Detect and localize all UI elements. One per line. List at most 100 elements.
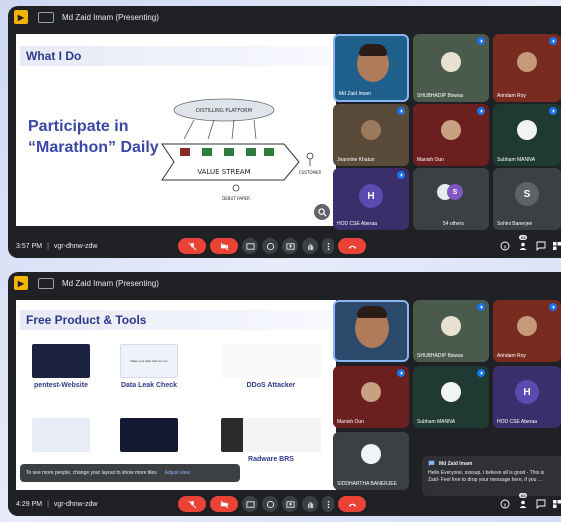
activities-button[interactable] [550, 497, 561, 511]
more-icon [327, 500, 329, 508]
slide-heading: Participate in “Marathon” Daily [28, 116, 159, 158]
participant-name: HOD CSE Aberaa [337, 221, 378, 227]
participant-tile[interactable]: Subham MANNA [493, 104, 561, 166]
raise-hand-button[interactable] [302, 496, 318, 512]
meet-logo-icon: ▶ [14, 276, 28, 290]
card-thumbnail: Make your data safe for you [120, 344, 178, 378]
avatar [517, 120, 537, 140]
toast-text: To see more people, change your layout t… [26, 470, 157, 476]
chat-message: Hello Everyone, ssssup, i believe all is… [428, 470, 545, 483]
sketch-customer-label: CUSTOMER [299, 170, 322, 175]
separator: | [47, 242, 49, 250]
participant-tile[interactable]: SHUBHADIP Biswas [413, 34, 489, 102]
title-bar: ▶ Md Zaid Imam (Presenting) [8, 6, 561, 28]
more-options-button[interactable] [322, 496, 334, 512]
info-icon [500, 499, 510, 509]
participant-tile[interactable]: H HOD CSE Aberaa [493, 366, 561, 428]
activities-icon [553, 242, 561, 250]
captions-button[interactable] [242, 238, 258, 254]
participant-tile[interactable]: Manish Oun [413, 104, 489, 166]
chat-notification[interactable]: Md Zaid Imam Hello Everyone, ssssup, i b… [422, 456, 561, 496]
meeting-time: 3:57 PM [16, 242, 43, 250]
present-icon [38, 11, 54, 23]
separator: | [47, 500, 49, 508]
emoji-icon [266, 242, 274, 250]
info-icon [500, 241, 510, 251]
card-label: pentest-Website [34, 382, 88, 389]
mic-toggle-button[interactable] [178, 238, 206, 254]
card-thumbnail-text: Make your data safe for you [130, 359, 168, 363]
product-card[interactable]: pentest-Website [26, 344, 96, 402]
mic-off-icon [477, 303, 485, 311]
product-card[interactable]: DDoS Attacker [216, 344, 326, 402]
avatar: S [515, 182, 539, 206]
more-options-button[interactable] [322, 238, 334, 254]
participant-name: Sohini Banerjee [497, 221, 533, 227]
end-call-button[interactable] [338, 496, 366, 512]
avatar [517, 316, 537, 336]
emoji-button[interactable] [262, 238, 278, 254]
card-label: DDoS Attacker [246, 382, 296, 389]
raise-hand-button[interactable] [302, 238, 318, 254]
adjust-view-link[interactable]: Adjust view [165, 470, 190, 476]
meeting-info-button[interactable] [498, 239, 512, 253]
participant-tile[interactable]: H HOD CSE Aberaa [333, 168, 409, 230]
slide-heading-line1: Participate in [28, 118, 129, 135]
captions-button[interactable] [242, 496, 258, 512]
participant-tile-others[interactable]: S 54 others [413, 168, 489, 230]
participant-tile[interactable]: S Sohini Banerjee [493, 168, 561, 230]
emoji-button[interactable] [262, 496, 278, 512]
people-button[interactable]: 63 [516, 493, 530, 511]
product-card[interactable]: Make your data safe for you Data Leak Ch… [114, 344, 184, 402]
card-thumbnail [32, 418, 90, 452]
participant-tile[interactable]: Arindam Roy [493, 34, 561, 102]
mic-off-icon [477, 37, 485, 45]
mic-off-icon [549, 37, 557, 45]
end-call-button[interactable] [338, 238, 366, 254]
chat-button[interactable] [534, 239, 548, 253]
participant-tile[interactable]: Manish Oun [333, 366, 409, 428]
camera-toggle-button[interactable] [210, 496, 238, 512]
avatar [441, 382, 461, 402]
end-call-icon [348, 503, 356, 507]
chat-button[interactable] [534, 497, 548, 511]
participant-tile[interactable]: Arindam Roy [493, 300, 561, 362]
camera-toggle-button[interactable] [210, 238, 238, 254]
participant-tile[interactable]: SIDDHARTHA BANERJEE [333, 432, 409, 490]
presentation-slide: What I Do Participate in “Marathon” Dail… [16, 34, 336, 226]
avatar [441, 316, 461, 336]
mic-off-icon [549, 303, 557, 311]
avatar: H [359, 184, 383, 208]
card-thumbnail [221, 418, 321, 452]
avatar [441, 52, 461, 72]
participant-tile[interactable] [333, 300, 409, 362]
participant-tile[interactable]: SHUBHADIP Biswas [413, 300, 489, 362]
chat-icon [428, 460, 435, 467]
participant-tile[interactable]: Subham MANNA [413, 366, 489, 428]
presentation-slide: Free Product & Tools pentest-Website Mak… [16, 300, 336, 490]
slide-title: What I Do [26, 49, 82, 63]
participant-tile[interactable]: Jeannine Khatun [333, 104, 409, 166]
people-icon [519, 500, 527, 508]
zoom-button[interactable] [314, 204, 330, 220]
slide-title: Free Product & Tools [26, 313, 147, 327]
present-now-button[interactable] [282, 496, 298, 512]
activities-button[interactable] [550, 239, 561, 253]
end-call-icon [348, 245, 356, 249]
participant-name: HOD CSE Aberaa [497, 419, 538, 425]
camera-off-icon [220, 242, 228, 250]
participant-name: Subham MANNA [497, 157, 536, 163]
present-now-button[interactable] [282, 238, 298, 254]
participant-hair [357, 306, 387, 318]
presenter-title: Md Zaid Imam (Presenting) [62, 12, 159, 22]
participant-tile[interactable]: Md Zaid Imam [333, 34, 409, 102]
people-icon [519, 242, 527, 250]
mic-toggle-button[interactable] [178, 496, 206, 512]
participant-name: Manish Oun [417, 157, 444, 163]
participant-name: Jeannine Khatun [337, 157, 375, 163]
meeting-info-button[interactable] [498, 497, 512, 511]
participant-name: 54 others [443, 221, 464, 227]
control-bar: 4:29 PM | vgr-dhnw-zdw 63 [8, 492, 561, 516]
people-button[interactable]: 63 [516, 235, 530, 253]
mic-off-icon [549, 107, 557, 115]
